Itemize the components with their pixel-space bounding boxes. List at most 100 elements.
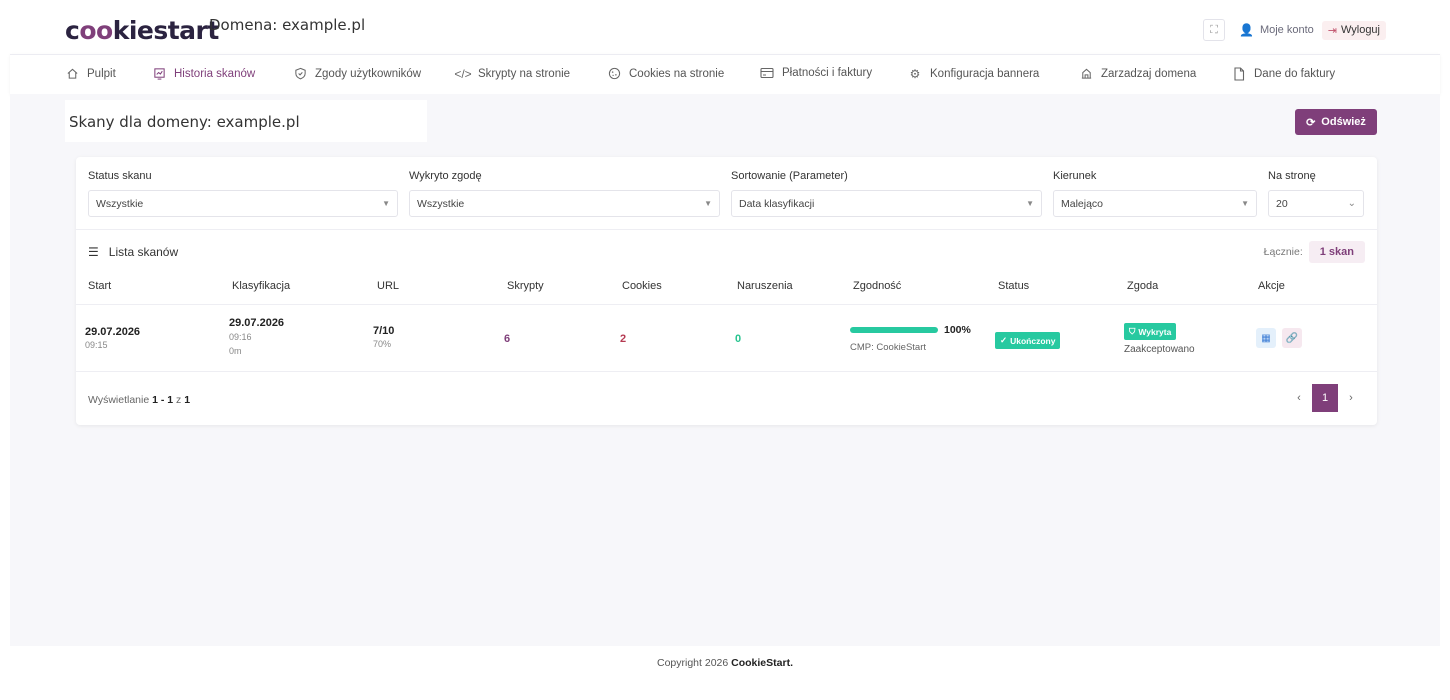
open-link-button[interactable]: 🔗 [1282, 328, 1302, 348]
grid-icon: ▦ [1261, 332, 1271, 344]
card-icon [760, 67, 774, 79]
page-heading-box: Skany dla domeny: example.pl [65, 100, 427, 142]
list-icon: ☰ [88, 245, 99, 259]
start-date: 29.07.2026 [85, 326, 141, 338]
column-header[interactable]: Cookies [622, 280, 662, 292]
top-header: cookiestart Domena: example.pl ⛶ 👤 Moje … [10, 0, 1440, 54]
class-duration: 0m [229, 346, 242, 356]
copyright-text: Copyright 2026 [657, 657, 729, 669]
check-icon: ✓ [1000, 335, 1008, 345]
url-cell: 7/10 70% [373, 325, 394, 349]
nav-item-label: Skrypty na stronie [478, 68, 571, 80]
select-value: Wszystkie [96, 197, 144, 210]
nav-item-label: Płatności i faktury [782, 67, 873, 79]
footer: Copyright 2026 CookieStart. [0, 657, 1450, 669]
column-header[interactable]: Klasyfikacja [232, 280, 290, 292]
showing-prefix: Wyświetlanie [88, 394, 150, 406]
cookie-icon [607, 67, 621, 80]
cookies-count: 2 [620, 333, 627, 345]
nav-item-label: Historia skanów [174, 67, 256, 80]
logout-icon: ⇥ [1327, 24, 1337, 37]
prev-page-button[interactable]: ‹ [1286, 384, 1312, 412]
showing-of: z [176, 394, 182, 406]
nav-item-banner-config[interactable]: ⚙ Konfiguracja bannera [908, 67, 1040, 81]
header-actions: ⛶ 👤 Moje konto ⇥ Wyloguj [1202, 19, 1386, 41]
class-date: 29.07.2026 [229, 317, 285, 329]
column-header[interactable]: Start [88, 280, 111, 292]
filter-status: Status skanu Wszystkie ▼ [88, 170, 398, 217]
refresh-button[interactable]: ⟳ Odśwież [1295, 109, 1377, 135]
consent-status: Zaakceptowano [1124, 344, 1195, 355]
compliance-cell: 100% CMP: CookieStart [850, 324, 971, 353]
gear-icon: ⚙ [909, 67, 921, 81]
document-icon [1232, 67, 1246, 81]
column-header[interactable]: Zgoda [1127, 280, 1158, 292]
refresh-label: Odśwież [1321, 116, 1366, 128]
logout-label: Wyloguj [1340, 24, 1380, 36]
scripts-count: 6 [504, 333, 511, 345]
nav-item-cookies[interactable]: Cookies na stronie [607, 67, 724, 80]
divider [76, 371, 1377, 372]
caret-down-icon: ▼ [1026, 199, 1034, 208]
account-label: Moje konto [1259, 24, 1314, 36]
home-icon [65, 67, 79, 80]
filter-label: Status skanu [88, 170, 152, 182]
column-header[interactable]: Skrypty [507, 280, 544, 292]
cmp-label: CMP: CookieStart [850, 342, 927, 353]
page-button[interactable]: 1 [1312, 384, 1338, 412]
account-link[interactable]: 👤 Moje konto [1239, 23, 1314, 37]
filter-sort: Sortowanie (Parameter) Data klasyfikacji… [731, 170, 1042, 217]
consent-badge-text: Wykryta [1138, 326, 1172, 337]
filter-label: Kierunek [1053, 170, 1097, 182]
link-icon: 🔗 [1285, 332, 1299, 344]
nav-item-payments[interactable]: Płatności i faktury [760, 67, 872, 79]
select-value: 20 [1276, 197, 1288, 210]
status-badge: ✓ Ukończony [995, 332, 1061, 349]
select-value: Malejąco [1061, 197, 1104, 210]
fullscreen-button[interactable]: ⛶ [1202, 19, 1225, 41]
divider [76, 229, 1377, 230]
view-details-button[interactable]: ▦ [1256, 328, 1276, 348]
select-value: Data klasyfikacji [739, 197, 815, 210]
column-header[interactable]: Zgodność [853, 280, 901, 292]
next-page-button[interactable]: › [1338, 384, 1364, 412]
select-value: Wszystkie [417, 197, 465, 210]
nav-item-billing-data[interactable]: Dane do faktury [1232, 67, 1335, 81]
compliance-percent: 100% [944, 324, 971, 336]
direction-select[interactable]: Malejąco ▼ [1053, 190, 1257, 217]
nav-item-scan-history[interactable]: Historia skanów [152, 67, 255, 80]
status-select[interactable]: Wszystkie ▼ [88, 190, 398, 217]
total-badge: 1 skan [1308, 241, 1365, 263]
consent-select[interactable]: Wszystkie ▼ [409, 190, 720, 217]
sort-select[interactable]: Data klasyfikacji ▼ [731, 190, 1042, 217]
logo[interactable]: cookiestart [65, 16, 219, 45]
chevron-right-icon: › [1349, 392, 1353, 404]
compliance-progress-bar [850, 327, 938, 333]
violations-count: 0 [735, 333, 742, 345]
column-header[interactable]: Status [998, 280, 1029, 292]
nav-item-scripts[interactable]: </> Skrypty na stronie [454, 67, 571, 81]
shield-check-icon: ⛉ [1129, 326, 1136, 336]
main-nav: Pulpit Historia skanów Zgody użytkownikó… [10, 54, 1440, 94]
domain-title: Domena: example.pl [209, 16, 366, 34]
nav-item-label: Zgody użytkowników [315, 67, 422, 80]
building-icon [1079, 67, 1093, 80]
refresh-icon: ⟳ [1306, 116, 1316, 129]
footer-brand[interactable]: CookieStart. [731, 657, 793, 669]
list-title: Lista skanów [108, 245, 179, 259]
nav-item-user-consents[interactable]: Zgody użytkowników [293, 67, 421, 80]
compliance-progress-fill [850, 327, 938, 333]
nav-item-manage-domain[interactable]: Zarzadzaj domena [1079, 67, 1196, 80]
main-content: Skany dla domeny: example.pl ⟳ Odśwież S… [10, 94, 1440, 646]
caret-down-icon: ▼ [1241, 199, 1249, 208]
column-header[interactable]: URL [377, 280, 399, 292]
nav-item-label: Dane do faktury [1254, 68, 1336, 80]
code-icon: </> [454, 67, 472, 81]
column-header[interactable]: Naruszenia [737, 280, 793, 292]
status-text: Ukończony [1010, 335, 1056, 346]
per-page-select[interactable]: 20 ⌄ [1268, 190, 1364, 217]
start-time: 09:15 [85, 340, 108, 350]
logout-button[interactable]: ⇥ Wyloguj [1321, 20, 1386, 40]
nav-item-dashboard[interactable]: Pulpit [65, 67, 116, 80]
caret-down-icon: ▼ [704, 199, 712, 208]
